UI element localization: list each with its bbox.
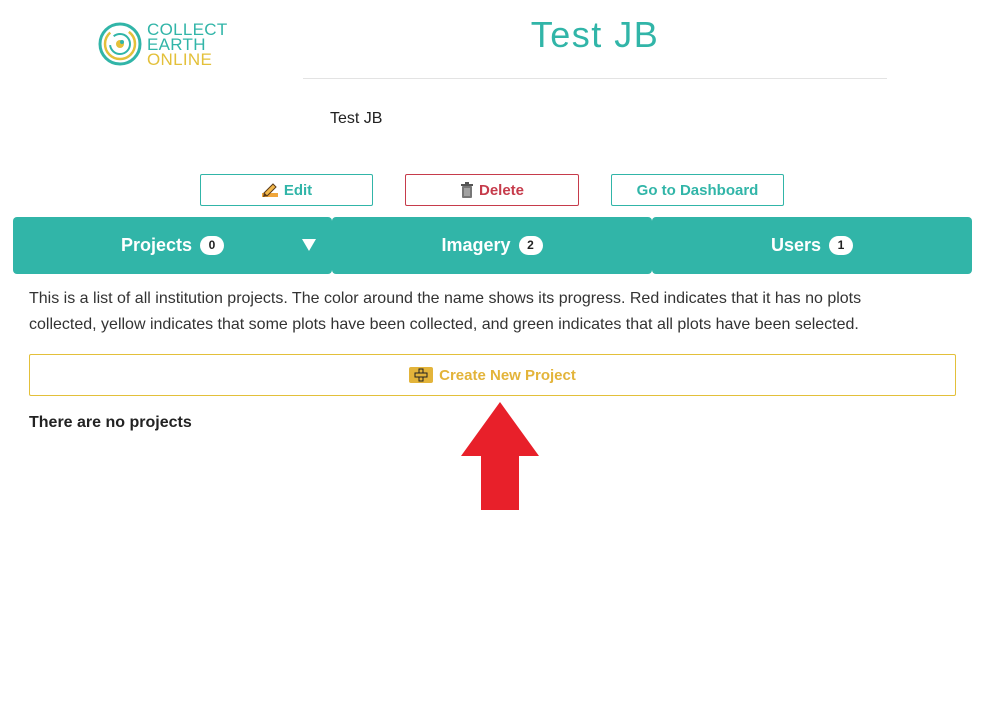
imagery-count-badge: 2 [518,236,543,255]
institution-page: COLLECT EARTH ONLINE Test JB Test JB Edi… [0,0,983,701]
plus-icon [409,367,434,383]
collect-earth-logo[interactable]: COLLECT EARTH ONLINE [97,18,287,70]
tab-users[interactable]: Users 1 [652,217,972,274]
logo-text-line2: ONLINE [147,49,213,69]
institution-description: Test JB [330,110,383,127]
collect-earth-logo-icon [98,22,142,66]
tab-imagery[interactable]: Imagery 2 [332,217,652,274]
logo-text-line1: COLLECT EARTH [147,19,228,54]
institution-tabs: Projects 0 Imagery 2 Users 1 [13,217,972,274]
tab-projects[interactable]: Projects 0 [13,217,332,274]
create-new-project-button[interactable]: Create New Project [29,354,956,396]
empty-projects-message: There are no projects [29,414,192,431]
title-divider [303,78,887,79]
projects-count-badge: 0 [200,236,225,255]
trash-icon [460,182,474,198]
caret-down-icon [302,239,316,251]
tab-projects-label: Projects [120,235,193,255]
go-to-dashboard-label: Go to Dashboard [636,181,759,199]
edit-button-label: Edit [283,181,313,199]
create-new-project-label: Create New Project [439,366,576,384]
tab-imagery-label: Imagery [441,235,511,255]
pencil-icon [261,182,279,198]
go-to-dashboard-button[interactable]: Go to Dashboard [611,174,784,206]
projects-info-text: This is a list of all institution projec… [29,290,862,333]
users-count-badge: 1 [829,236,854,255]
tab-users-label: Users [770,235,822,255]
edit-button[interactable]: Edit [200,174,373,206]
delete-button[interactable]: Delete [405,174,579,206]
institution-title: Test JB [530,14,660,55]
red-arrow-annotation [461,402,539,510]
delete-button-label: Delete [478,181,525,199]
